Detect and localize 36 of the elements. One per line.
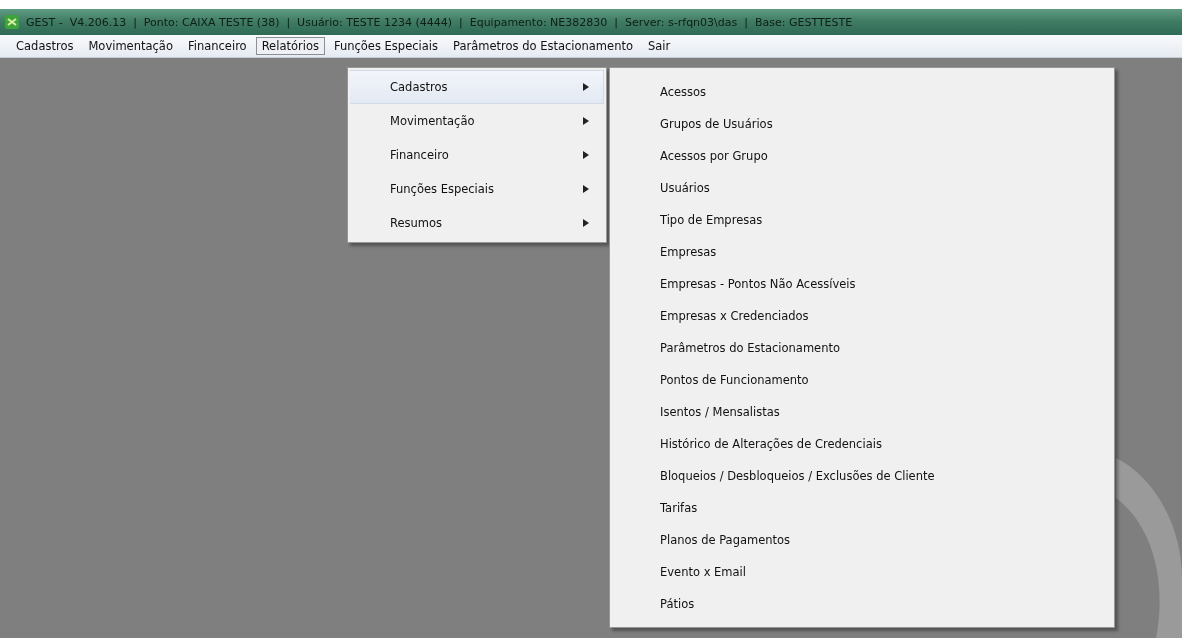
menu-item[interactable]: Acessos (610, 76, 1114, 108)
submenu-arrow-icon (583, 185, 589, 193)
menu-item[interactable]: Resumos (350, 206, 604, 240)
menu-item[interactable]: Sair (641, 37, 677, 55)
menu-item[interactable]: Empresas (610, 236, 1114, 268)
menu-item[interactable]: Funções Especiais (327, 37, 444, 55)
menu-item[interactable]: Movimentação (82, 37, 179, 55)
menu-item[interactable]: Relatórios (255, 37, 325, 55)
submenu-arrow-icon (583, 117, 589, 125)
menu-item[interactable]: Evento x Email (610, 556, 1114, 588)
menu-item[interactable]: Pontos de Funcionamento (610, 364, 1114, 396)
menu-item[interactable]: Empresas x Credenciados (610, 300, 1114, 332)
submenu-arrow-icon (583, 219, 589, 227)
menu-item[interactable]: Planos de Pagamentos (610, 524, 1114, 556)
menu-item[interactable]: Histórico de Alterações de Credenciais (610, 428, 1114, 460)
menu-item[interactable]: Financeiro (181, 37, 253, 55)
window-title: GEST - V4.206.13 | Ponto: CAIXA TESTE (38) | Usuário: TESTE 1234 (4444) | Equipamento: NE382830 | Server: s-rfqn03\das | Base: GESTTESTE (26, 15, 853, 29)
menu-item[interactable]: Tipo de Empresas (610, 204, 1114, 236)
menu-item[interactable]: Empresas - Pontos Não Acessíveis (610, 268, 1114, 300)
menu-item[interactable]: Parâmetros do Estacionamento (446, 37, 639, 55)
menu-item[interactable]: Cadastros (350, 70, 604, 104)
submenu-arrow-icon (583, 151, 589, 159)
menu-item[interactable]: Movimentação (350, 104, 604, 138)
menu-item[interactable]: Tarifas (610, 492, 1114, 524)
menu-item[interactable]: Isentos / Mensalistas (610, 396, 1114, 428)
menu-item[interactable]: Bloqueios / Desbloqueios / Exclusões de Cliente (610, 460, 1114, 492)
menu-item[interactable]: Grupos de Usuários (610, 108, 1114, 140)
menu-item[interactable]: Financeiro (350, 138, 604, 172)
menu-item[interactable]: Parâmetros do Estacionamento (610, 332, 1114, 364)
app-icon (4, 14, 20, 30)
menu-item[interactable]: Usuários (610, 172, 1114, 204)
menu-item[interactable]: Funções Especiais (350, 172, 604, 206)
menu-item[interactable]: Pátios (610, 588, 1114, 620)
menu-item[interactable]: Cadastros (10, 37, 80, 55)
submenu-arrow-icon (583, 83, 589, 91)
menu-item[interactable]: Acessos por Grupo (610, 140, 1114, 172)
